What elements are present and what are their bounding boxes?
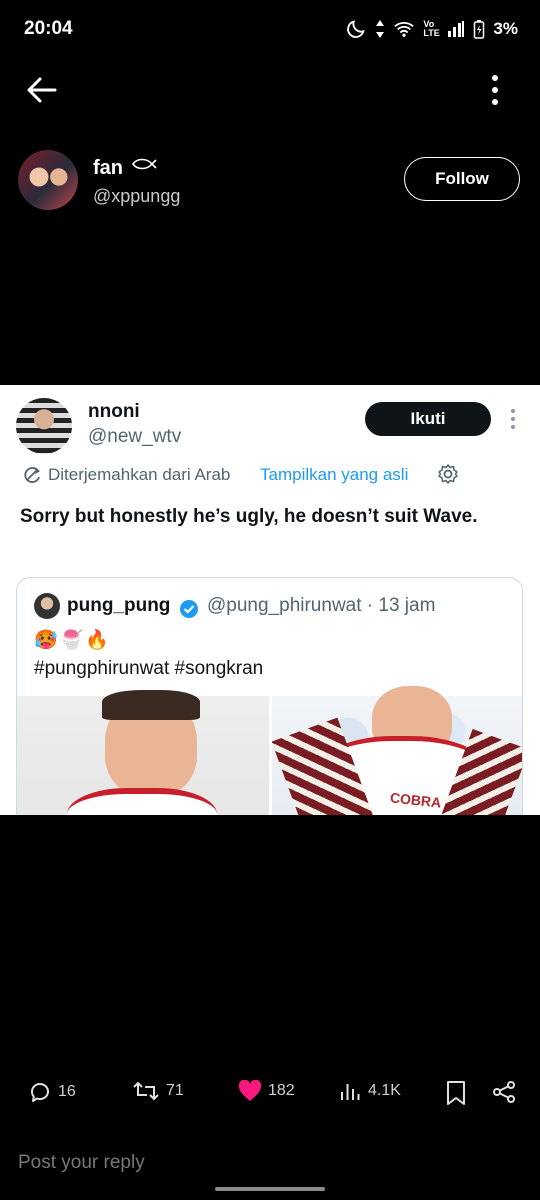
quoted-photo-1 <box>17 690 269 815</box>
action-bar: 16 71 182 4.1K <box>0 1070 540 1116</box>
reply-icon <box>31 1083 49 1102</box>
show-original-link: Tampilkan yang asli <box>260 465 409 484</box>
embedded-post-text: Sorry but honestly he’s ugly, he doesn’t… <box>20 506 478 527</box>
author-name[interactable]: fan <box>93 157 157 180</box>
quoted-emojis: 🥵🍧🔥 <box>34 630 111 651</box>
quoted-handle-time: @pung_phirunwat · 13 jam <box>207 595 436 616</box>
status-time: 20:04 <box>24 18 73 39</box>
author-avatar[interactable] <box>18 150 78 210</box>
embedded-avatar <box>16 398 72 454</box>
repost-button[interactable]: 71 <box>132 1080 184 1102</box>
embedded-user-name: nnoni <box>88 401 140 422</box>
author-name-text: fan <box>93 157 123 179</box>
reply-count: 16 <box>58 1083 76 1100</box>
status-icons: Vo LTE 3% <box>345 18 518 40</box>
repost-count: 71 <box>166 1082 184 1099</box>
reply-button[interactable]: 16 <box>28 1080 76 1104</box>
quoted-name: pung_pung <box>67 595 171 616</box>
network-label: Vo LTE <box>423 19 440 38</box>
more-vertical-icon[interactable] <box>484 74 506 106</box>
bookmark-icon[interactable] <box>445 1080 467 1106</box>
like-button[interactable]: 182 <box>238 1080 295 1102</box>
views-button[interactable]: 4.1K <box>340 1080 401 1102</box>
views-icon <box>341 1084 360 1100</box>
quoted-photo-2: COBRA <box>271 686 522 815</box>
like-count: 182 <box>268 1082 295 1099</box>
follow-button[interactable]: Follow <box>404 157 520 201</box>
wifi-icon <box>394 22 415 37</box>
translation-note: Diterjemahkan dari Arab <box>22 465 230 485</box>
quoted-avatar <box>34 593 60 619</box>
translate-icon <box>24 467 41 483</box>
battery-percent: 3% <box>493 19 518 38</box>
reply-input[interactable]: Post your reply <box>18 1152 145 1174</box>
attached-image[interactable]: nnoni @new_wtv Ikuti Diterjemahkan dari … <box>0 385 540 815</box>
repost-icon <box>133 1081 159 1101</box>
quoted-hashtags: #pungphirunwat #songkran <box>34 658 264 679</box>
share-icon[interactable] <box>492 1080 516 1104</box>
quoted-post: pung_pung @pung_phirunwat · 13 jam 🥵🍧🔥 #… <box>16 577 523 815</box>
data-arrows-icon <box>376 20 385 38</box>
verified-badge-icon <box>180 600 198 618</box>
translation-note-text: Diterjemahkan dari Arab <box>48 465 231 484</box>
author-handle[interactable]: @xppungg <box>93 186 180 207</box>
signal-icon <box>448 21 465 37</box>
fish-icon <box>131 158 157 170</box>
moon-icon <box>347 20 366 38</box>
battery-icon <box>474 20 485 39</box>
gear-icon <box>438 464 458 484</box>
embedded-follow-button: Ikuti <box>365 402 491 436</box>
embedded-more-icon <box>511 409 515 429</box>
home-indicator <box>215 1187 325 1191</box>
views-count: 4.1K <box>368 1082 401 1099</box>
embedded-user-handle: @new_wtv <box>88 426 182 447</box>
heart-icon <box>238 1080 262 1101</box>
back-arrow-icon[interactable] <box>26 76 58 104</box>
